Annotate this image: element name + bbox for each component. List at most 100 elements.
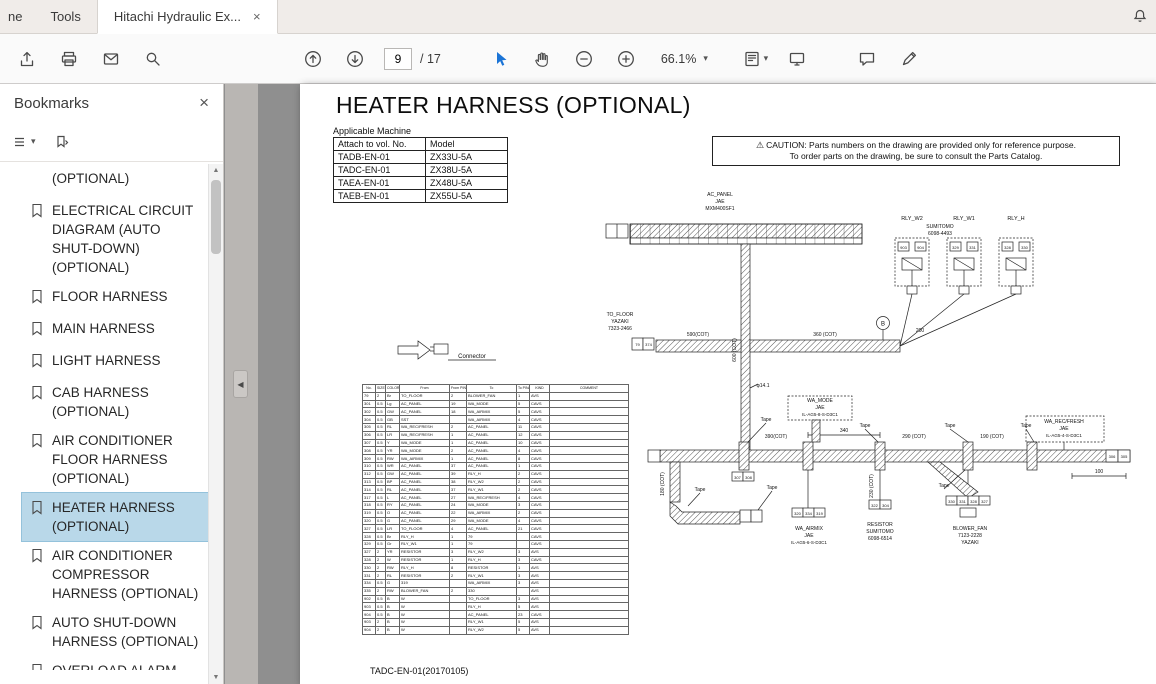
bookmark-options-button[interactable]: ▾: [12, 134, 36, 150]
previous-page-button[interactable]: [292, 39, 334, 79]
bookmark-item[interactable]: AUTO SHUT-DOWN HARNESS (OPTIONAL): [22, 608, 208, 656]
bookmark-icon: [30, 433, 44, 453]
wire-list-cell: CAVS: [530, 408, 550, 416]
home-tab-partial[interactable]: ne: [0, 0, 34, 33]
wire-list-cell: [550, 494, 629, 502]
document-view[interactable]: HEATER HARNESS (OPTIONAL) Applicable Mac…: [258, 84, 1156, 684]
wire-list-row: 3060.5LRWA_REC/FRESH1AC_PANEL12CAVS: [363, 431, 629, 439]
bookmark-item-heater-harness-selected[interactable]: HEATER HARNESS (OPTIONAL): [22, 493, 208, 541]
bookmark-item[interactable]: ELECTRICAL CIRCUIT DIAGRAM (AUTO SHUT-DO…: [22, 196, 208, 282]
wire-list-cell: [550, 533, 629, 541]
dim-390: 390(COT): [765, 434, 788, 440]
bookmark-item[interactable]: CAB HARNESS (OPTIONAL): [22, 378, 208, 426]
pin-number: 330: [948, 499, 955, 504]
wire-list-cell: TO_FLOOR: [400, 392, 450, 400]
save-button[interactable]: [6, 39, 48, 79]
wire-list-cell: WA_MODE: [467, 501, 517, 509]
wire-list-row: 3190.5OAC_PANEL22WA_AIRMIX2CAVS: [363, 509, 629, 517]
zoom-level-dropdown[interactable]: 66.1% ▾: [653, 48, 716, 70]
wire-list-cell: 8: [450, 564, 467, 572]
bookmark-item[interactable]: AIR CONDITIONER FLOOR HARNESS (OPTIONAL): [22, 426, 208, 493]
wire-list-cell: 0.5: [376, 533, 386, 541]
b-circle-label: B: [881, 322, 885, 328]
wire-list-cell: G: [386, 517, 400, 525]
collapse-panel-handle[interactable]: ◀: [233, 370, 248, 398]
scroll-up-icon[interactable]: ▲: [209, 167, 223, 174]
wire-list-cell: 904: [363, 626, 376, 634]
wire-list-cell: RL: [386, 423, 400, 431]
page-view-button[interactable]: ▾: [734, 39, 776, 79]
applicable-header: Attach to vol. No.: [334, 138, 426, 151]
bookmark-label: MAIN HARNESS: [52, 319, 202, 338]
wire-list-cell: AC_PANEL: [400, 501, 450, 509]
bookmark-item[interactable]: AIR CONDITIONER COMPRESSOR HARNESS (OPTI…: [22, 541, 208, 608]
wa-airmix-maker: JAE: [804, 533, 814, 539]
scrollbar-thumb[interactable]: [211, 180, 221, 254]
print-button[interactable]: [48, 39, 90, 79]
wire-list-cell: 2: [376, 392, 386, 400]
bookmarks-list: (OPTIONAL) ELECTRICAL CIRCUIT DIAGRAM (A…: [0, 164, 208, 670]
hand-tool-button[interactable]: [521, 39, 563, 79]
page-layout-icon: [742, 49, 762, 69]
wire-list-cell: 3: [517, 595, 530, 603]
wire-list-cell: WA_REC/FRESH: [467, 494, 517, 502]
wire-list-cell: 0.5: [376, 455, 386, 463]
bookmarks-header: Bookmarks ×: [0, 84, 223, 122]
close-tab-icon[interactable]: ×: [253, 9, 261, 33]
wire-list-cell: AC_PANEL: [400, 462, 450, 470]
wa-rec-fresh-label: WA_REC/FRESH: [1044, 419, 1084, 425]
wire-list-row: 3070.5YWA_MODE1AC_PANEL10CAVS: [363, 439, 629, 447]
find-button[interactable]: [132, 39, 174, 79]
bookmark-label: LIGHT HARNESS: [52, 351, 202, 370]
main-toolbar: / 17 66.1% ▾ ▾: [0, 34, 1156, 84]
wire-list-cell: [550, 540, 629, 548]
ac-panel-maker: JAE: [715, 199, 725, 205]
wire-list-cell: [550, 470, 629, 478]
scroll-down-icon[interactable]: ▼: [209, 674, 223, 681]
wire-list-cell: AC_PANEL: [467, 525, 517, 533]
expand-current-bookmark-button[interactable]: [54, 134, 70, 150]
zoom-out-button[interactable]: [563, 39, 605, 79]
select-tool-button[interactable]: [479, 39, 521, 79]
wire-list-cell: AC_PANEL: [467, 439, 517, 447]
wire-list-cell: [550, 595, 629, 603]
wire-list-row: 3280.5BrRLY_H179CAVS: [363, 533, 629, 541]
wire-list-cell: 0.5: [376, 408, 386, 416]
wire-list-row: 9032BWRLY_W15AVS: [363, 618, 629, 626]
wire-list-cell: 327: [363, 525, 376, 533]
pin-number: 320: [794, 511, 801, 516]
wire-list-row: 9020.5BWTO_FLOOR3AVS: [363, 595, 629, 603]
bookmark-item[interactable]: MAIN HARNESS: [22, 314, 208, 346]
wire-list-cell: 2: [376, 618, 386, 626]
wire-list-cell: 3: [450, 548, 467, 556]
bookmark-item[interactable]: FLOOR HARNESS: [22, 282, 208, 314]
bookmark-icon: [30, 615, 44, 635]
wire-list-cell: AC_PANEL: [467, 423, 517, 431]
bookmark-item[interactable]: (OPTIONAL): [22, 164, 208, 196]
page-number-input[interactable]: [384, 48, 412, 70]
next-page-button[interactable]: [334, 39, 376, 79]
reading-mode-button[interactable]: [776, 39, 818, 79]
wire-list-cell: [550, 517, 629, 525]
dim-190: 190 (COT): [980, 434, 1004, 440]
notification-bell-icon[interactable]: [1130, 7, 1150, 27]
wire-list-cell: CAVS: [530, 470, 550, 478]
relay-maker: SUMITOMO: [926, 224, 954, 230]
wire-list-cell: 0.5: [376, 439, 386, 447]
arrow-up-circle-icon: [303, 49, 323, 69]
comment-button[interactable]: [846, 39, 888, 79]
tab-tools[interactable]: Tools: [34, 0, 96, 33]
zoom-in-button[interactable]: [605, 39, 647, 79]
pin-number: 330: [1021, 245, 1028, 250]
email-button[interactable]: [90, 39, 132, 79]
close-panel-icon[interactable]: ×: [199, 93, 209, 113]
tab-document-active[interactable]: Hitachi Hydraulic Ex... ×: [97, 0, 278, 34]
wire-list-cell: 4: [517, 517, 530, 525]
bookmark-item[interactable]: OVERLOAD ALARM HARNESS 1: [22, 656, 208, 670]
wire-list-cell: GB: [386, 416, 400, 424]
wire-list-cell: WA_AIRMIX: [467, 408, 517, 416]
highlight-button[interactable]: [888, 39, 930, 79]
sidebar-scrollbar[interactable]: ▲ ▼: [208, 164, 223, 684]
bookmark-item[interactable]: LIGHT HARNESS: [22, 346, 208, 378]
dim-360: 360 (COT): [813, 332, 837, 338]
